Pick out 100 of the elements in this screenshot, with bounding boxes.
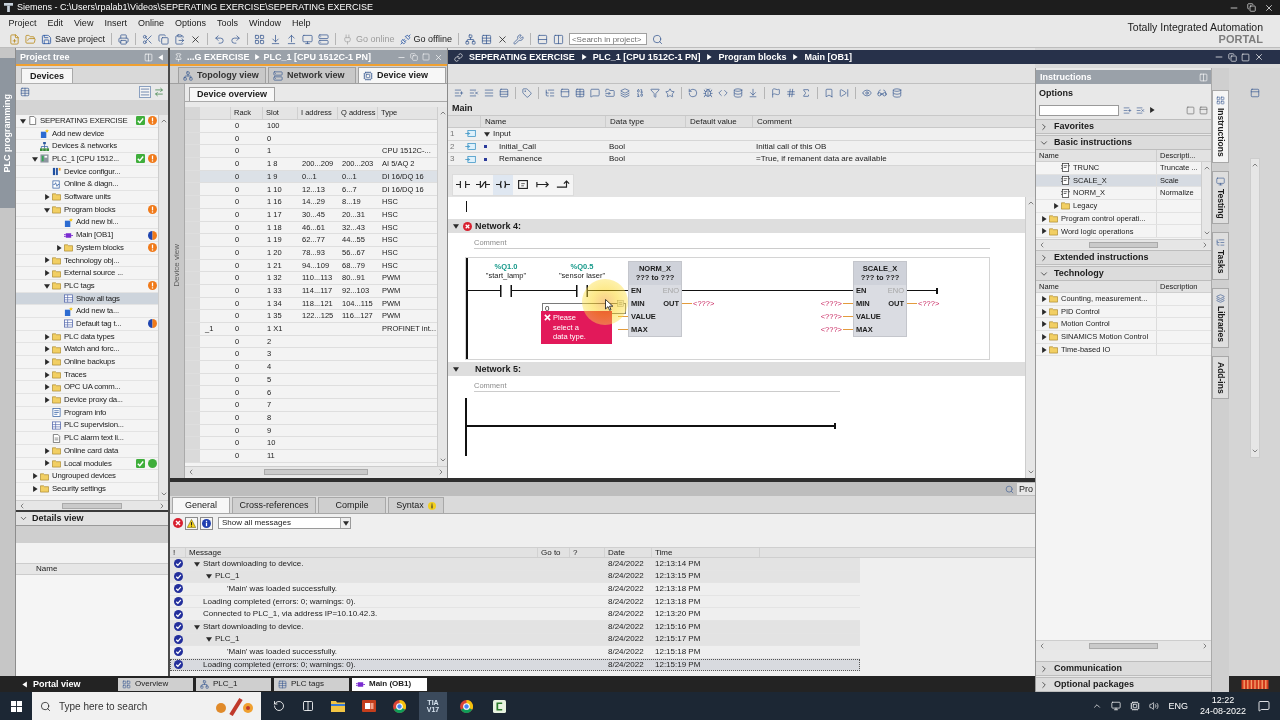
menu-item[interactable]: Options (169, 18, 212, 28)
code-icon[interactable] (718, 87, 728, 98)
menu-item[interactable]: Help (286, 18, 316, 28)
star-icon[interactable] (665, 87, 675, 98)
breadcrumb-item[interactable]: SEPERATING EXERCISE (469, 52, 575, 62)
list-view-icon[interactable] (140, 87, 150, 97)
list-plus-icon[interactable] (454, 87, 464, 98)
task-view-icon[interactable] (302, 700, 314, 712)
search-field[interactable]: <Search in project> (568, 33, 647, 46)
scroll-right-icon[interactable] (1201, 641, 1209, 650)
binary-icon[interactable] (635, 87, 645, 98)
paste-icon[interactable] (174, 33, 186, 45)
caret-right-icon[interactable] (44, 396, 50, 403)
error-filter-icon[interactable] (173, 518, 183, 528)
menu-item[interactable]: Project (3, 18, 42, 28)
caret-right-icon[interactable] (1041, 321, 1047, 328)
branch-close-icon[interactable] (556, 180, 570, 190)
caret-right-icon[interactable] (44, 460, 50, 467)
section-header[interactable]: Favorites (1036, 119, 1211, 134)
caret-down-icon[interactable] (194, 623, 200, 630)
scroll-down-icon[interactable] (159, 490, 168, 498)
restore-icon[interactable] (1247, 3, 1256, 12)
open-folder-icon[interactable] (25, 33, 36, 45)
chevron-right-icon[interactable] (1039, 121, 1049, 132)
editor-tab[interactable]: Main (OB1) (352, 677, 427, 691)
caret-right-icon[interactable] (32, 485, 38, 492)
empty-box-icon[interactable] (516, 180, 530, 190)
caret-down-icon[interactable] (44, 206, 50, 213)
caret-down-icon[interactable] (206, 636, 212, 643)
caret-right-icon[interactable] (1041, 308, 1047, 315)
branch-open-icon[interactable] (536, 180, 550, 190)
scroll-up-icon[interactable] (1202, 164, 1211, 172)
bookmark-icon[interactable] (824, 87, 834, 98)
caret-right-icon[interactable] (44, 447, 50, 454)
scroll-down-icon[interactable] (438, 456, 447, 464)
section-header[interactable]: Basic instructions (1036, 135, 1211, 150)
chevron-right-icon[interactable] (1039, 252, 1049, 263)
caret-right-icon[interactable] (44, 270, 50, 277)
delete-icon[interactable] (190, 33, 202, 45)
menu-item[interactable]: Online (132, 18, 170, 28)
caret-down-icon[interactable] (194, 560, 200, 567)
undo-icon[interactable] (214, 33, 226, 45)
breadcrumb-item[interactable]: PLC_1 [CPU 1512C-1 PN] (592, 52, 701, 62)
caret-right-icon[interactable] (1041, 295, 1047, 302)
tab[interactable]: Syntax (388, 497, 444, 513)
skip-forward-icon[interactable] (839, 87, 849, 98)
scroll-down-icon[interactable] (1026, 468, 1035, 476)
slide-app-icon[interactable] (362, 700, 376, 712)
folder-input-icon[interactable] (605, 87, 615, 98)
caret-down-icon[interactable] (44, 282, 50, 289)
cylinder-icon[interactable] (892, 87, 902, 98)
section-header[interactable]: Technology (1036, 266, 1211, 281)
bug-icon[interactable] (703, 87, 713, 98)
scroll-left-icon[interactable] (1038, 641, 1046, 650)
caret-right-icon[interactable] (44, 346, 50, 353)
layers-icon[interactable] (620, 87, 630, 98)
scroll-up-icon[interactable] (1250, 161, 1259, 169)
scroll-up-icon[interactable] (438, 109, 447, 117)
scroll-left-icon[interactable] (1038, 240, 1046, 249)
message-row[interactable]: Start downloading to device. 8/24/2022 12:13:14 PM (170, 558, 860, 571)
breadcrumb-item[interactable]: Main [OB1] (804, 52, 852, 62)
tag-icon[interactable] (522, 87, 532, 98)
monitor-icon[interactable] (302, 33, 314, 45)
glasses-icon[interactable] (877, 87, 887, 98)
go-offline-button[interactable]: Go offline (399, 33, 452, 45)
cross-icon[interactable] (496, 33, 508, 45)
caret-right-icon[interactable] (44, 358, 50, 365)
chevron-right-icon[interactable] (1039, 663, 1049, 674)
table-view-icon[interactable] (20, 87, 30, 97)
scroll-left-icon[interactable] (187, 467, 195, 476)
variable-name[interactable]: Remanence (490, 155, 543, 164)
download-icon[interactable] (270, 33, 282, 45)
caret-right-icon[interactable] (44, 257, 50, 264)
monitor-icon[interactable] (1111, 701, 1122, 711)
search-field[interactable]: Type here to search (32, 692, 261, 720)
scroll-right-icon[interactable] (437, 467, 445, 476)
menu-item[interactable]: View (68, 18, 99, 28)
hash-icon[interactable] (786, 87, 796, 98)
scroll-right-icon[interactable] (1201, 240, 1209, 249)
side-tab[interactable]: Tasks (1212, 232, 1229, 280)
scrollbar[interactable] (1036, 640, 1211, 650)
grid-icon[interactable] (254, 33, 266, 45)
upload-icon[interactable] (286, 33, 298, 45)
editor-tab[interactable]: PLC tags (274, 677, 349, 691)
rows-icon[interactable] (499, 87, 509, 98)
portal-view-button[interactable]: Portal view (0, 679, 118, 689)
panel-top-icon[interactable] (560, 87, 570, 98)
warning-filter-icon[interactable] (187, 518, 196, 528)
side-tab[interactable]: Add-ins (1212, 355, 1229, 400)
filter-icon[interactable] (650, 87, 660, 98)
side-tab[interactable]: Instructions (1212, 90, 1229, 163)
caret-right-icon[interactable] (1053, 202, 1059, 209)
flag-icon[interactable] (771, 87, 781, 98)
scrollbar[interactable] (1025, 197, 1035, 478)
side-tab[interactable]: Libraries (1212, 287, 1229, 348)
list-plus-icon[interactable] (1123, 105, 1132, 115)
caret-down-icon[interactable] (20, 117, 26, 124)
search-icon[interactable] (1005, 484, 1014, 494)
info-filter-icon[interactable] (202, 518, 211, 528)
scroll-down-icon[interactable] (1202, 229, 1211, 237)
